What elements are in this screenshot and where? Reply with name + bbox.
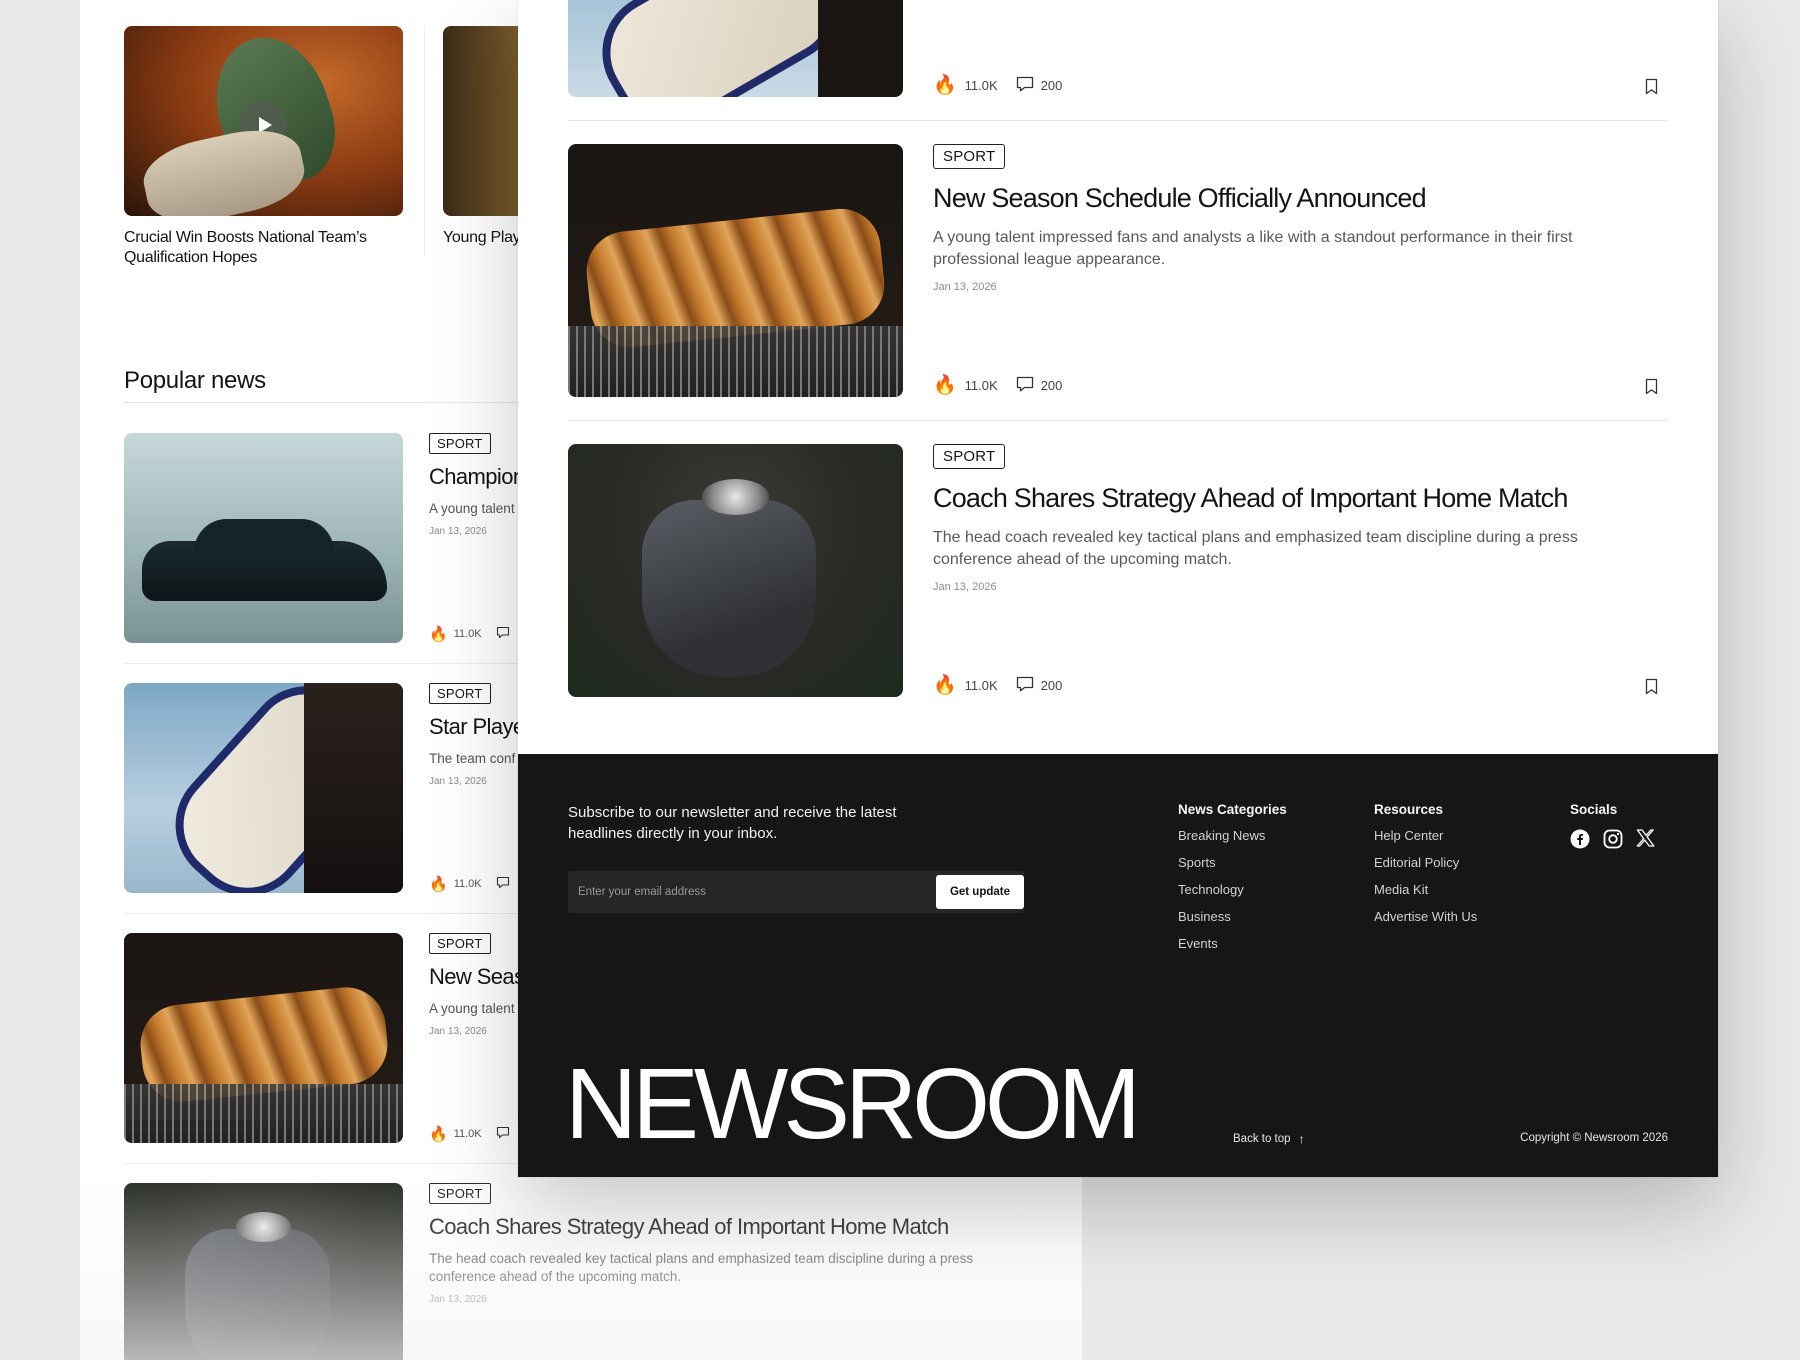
arrow-up-icon[interactable]: ↑ [1299, 1132, 1305, 1146]
fire-icon: 🔥 [933, 375, 957, 396]
site-footer: Subscribe to our newsletter and receive … [518, 754, 1718, 1177]
likes-count: 11.0K [453, 1128, 482, 1140]
bookmark-icon[interactable] [1645, 78, 1658, 100]
article-thumbnail[interactable] [124, 933, 403, 1143]
footer-column-title: News Categories [1178, 802, 1287, 817]
article-thumbnail[interactable] [124, 433, 403, 643]
article-excerpt: The head coach revealed key tactical pla… [429, 1251, 974, 1284]
footer-column-title: Socials [1570, 802, 1618, 817]
foreground-page: 🔥 11.0K 200 SPORT New Season Schedule Of… [518, 0, 1718, 1177]
fire-icon: 🔥 [933, 75, 957, 96]
bookmark-icon[interactable] [1645, 378, 1658, 400]
newsletter-form: Get update [568, 871, 1024, 913]
comments-count: 200 [1040, 678, 1063, 693]
divider [424, 26, 425, 256]
category-tag[interactable]: SPORT [933, 144, 1006, 169]
category-tag[interactable]: SPORT [933, 444, 1006, 469]
comment-icon[interactable] [1016, 376, 1034, 395]
article-row[interactable]: SPORT New Season Schedule Officially Ann… [568, 144, 1668, 397]
divider [568, 120, 1668, 121]
category-tag[interactable]: SPORT [429, 683, 491, 704]
article-stats: 🔥 11.0K 200 [933, 76, 1062, 95]
article-title[interactable]: New Season Schedule Officially Announced [933, 181, 1668, 215]
article-excerpt: A young talent impressed fans and analys… [933, 229, 1573, 268]
footer-link[interactable]: Breaking News [1178, 827, 1287, 844]
category-tag[interactable]: SPORT [429, 933, 491, 954]
likes-count: 11.0K [964, 378, 998, 393]
brand-wordmark: NEWSROOM [565, 1048, 1141, 1160]
footer-link[interactable]: Events [1178, 935, 1287, 952]
footer-link[interactable]: Media Kit [1374, 881, 1477, 898]
article-stats: 🔥 11.0K [429, 875, 510, 893]
play-icon[interactable] [239, 101, 287, 149]
article-row[interactable]: SPORT Coach Shares Strategy Ahead of Imp… [568, 444, 1668, 697]
article-thumbnail[interactable] [568, 144, 903, 397]
footer-column-socials: Socials [1570, 802, 1668, 854]
top-story-card[interactable]: Crucial Win Boosts National Team’s Quali… [124, 26, 403, 268]
top-story-caption[interactable]: Crucial Win Boosts National Team’s Quali… [124, 228, 403, 268]
list-item[interactable]: SPORT Coach Shares Strategy Ahead of Imp… [124, 1183, 1044, 1360]
article-date: Jan 13, 2026 [429, 1294, 487, 1305]
back-to-top-link[interactable]: Back to top ↑ [1233, 1132, 1305, 1146]
article-title[interactable]: Coach Shares Strategy Ahead of Important… [933, 481, 1668, 515]
footer-column-resources: Resources Help Center Editorial Policy M… [1374, 802, 1477, 925]
copyright-text: Copyright © Newsroom 2026 [1520, 1132, 1668, 1144]
footer-link[interactable]: Business [1178, 908, 1287, 925]
likes-count: 11.0K [453, 878, 482, 890]
fire-icon: 🔥 [429, 1126, 448, 1143]
footer-link[interactable]: Advertise With Us [1374, 908, 1477, 925]
instagram-icon[interactable] [1603, 829, 1623, 854]
newsletter-text: Subscribe to our newsletter and receive … [568, 804, 897, 842]
comments-count: 200 [1040, 378, 1063, 393]
category-tag[interactable]: SPORT [429, 1183, 491, 1204]
comments-count: 200 [1040, 78, 1063, 93]
comment-icon[interactable] [496, 876, 510, 892]
article-title[interactable]: Coach Shares Strategy Ahead of Important… [429, 1214, 989, 1240]
section-title: Popular news [124, 367, 266, 394]
divider [568, 420, 1668, 421]
article-stats: 🔥 11.0K [429, 625, 510, 643]
x-icon[interactable] [1636, 829, 1655, 854]
comment-icon[interactable] [1016, 76, 1034, 95]
article-stats: 🔥 11.0K 200 [933, 376, 1062, 395]
article-thumbnail[interactable] [124, 683, 403, 893]
footer-link[interactable]: Help Center [1374, 827, 1477, 844]
footer-link[interactable]: Sports [1178, 854, 1287, 871]
bookmark-icon[interactable] [1645, 678, 1658, 700]
article-date: Jan 13, 2026 [933, 581, 997, 593]
article-thumbnail[interactable] [568, 0, 903, 97]
comment-icon[interactable] [496, 1126, 510, 1142]
fire-icon: 🔥 [933, 675, 957, 696]
article-stats: 🔥 11.0K [429, 1125, 510, 1143]
footer-column-title: Resources [1374, 802, 1444, 817]
facebook-icon[interactable] [1570, 829, 1590, 854]
article-stats: 🔥 11.0K 200 [933, 676, 1062, 695]
article-excerpt: The head coach revealed key tactical pla… [933, 529, 1578, 568]
comment-icon[interactable] [496, 626, 510, 642]
fire-icon: 🔥 [429, 876, 448, 893]
likes-count: 11.0K [964, 78, 998, 93]
footer-link[interactable]: Technology [1178, 881, 1287, 898]
likes-count: 11.0K [964, 678, 998, 693]
fire-icon: 🔥 [429, 626, 448, 643]
email-input[interactable] [578, 871, 878, 913]
get-update-button[interactable]: Get update [935, 875, 1024, 909]
back-to-top-label[interactable]: Back to top [1233, 1133, 1291, 1145]
footer-column-news-categories: News Categories Breaking News Sports Tec… [1178, 802, 1287, 952]
comment-icon[interactable] [1016, 676, 1034, 695]
article-date: Jan 13, 2026 [933, 281, 997, 293]
video-thumbnail[interactable] [124, 26, 403, 216]
article-thumbnail[interactable] [568, 444, 903, 697]
category-tag[interactable]: SPORT [429, 433, 491, 454]
likes-count: 11.0K [453, 628, 482, 640]
article-thumbnail[interactable] [124, 1183, 403, 1360]
footer-link[interactable]: Editorial Policy [1374, 854, 1477, 871]
